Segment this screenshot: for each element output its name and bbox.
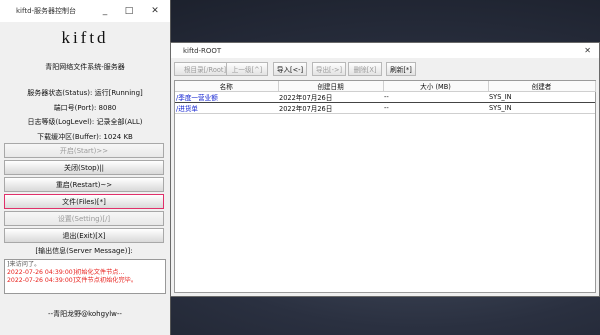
column-header-name[interactable]: 名称 — [175, 81, 279, 92]
port-line: 端口号(Port): 8080 — [53, 103, 117, 112]
control-window-titlebar[interactable]: kiftd-服务器控制台 _ □ ✕ — [0, 0, 170, 22]
stop-button[interactable]: 关闭(Stop)|| — [4, 160, 164, 175]
table-header: 名称 创建日期 大小 (MB) 创建者 — [175, 81, 596, 92]
window-title: kiftd-服务器控制台 — [16, 7, 77, 15]
setting-button[interactable]: 设置(Setting)[/] — [4, 211, 164, 226]
restart-button[interactable]: 重启(Restart)~> — [4, 177, 164, 192]
refresh-button[interactable]: 刷新[*] — [386, 62, 416, 76]
file-window-titlebar[interactable]: kiftd-ROOT ✕ — [171, 43, 599, 58]
file-toolbar: 根目录[/Root] 上一级[^] 导入[<-] 导出[->] 删除[X] 刷新… — [171, 62, 599, 80]
message-line: ]来访问了。 — [7, 261, 41, 268]
import-button[interactable]: 导入[<-] — [273, 62, 307, 76]
creator: SYS_IN — [488, 91, 595, 103]
minimize-icon[interactable]: _ — [96, 0, 114, 22]
column-header-size[interactable]: 大小 (MB) — [383, 81, 489, 92]
up-button[interactable]: 上一级[^] — [226, 62, 268, 76]
exit-button[interactable]: 退出(Exit)[X] — [4, 228, 164, 243]
files-button[interactable]: 文件(Files)[*] — [4, 194, 164, 209]
file-table[interactable]: 名称 创建日期 大小 (MB) 创建者 /季度一营业额 2022年07月26日 … — [174, 80, 596, 293]
status-line: 服务器状态(Status): 运行[Running] — [27, 89, 143, 97]
message-line: 2022-07-26 04:39:00]初始化文件节点... — [7, 269, 125, 276]
table-row[interactable]: /季度一营业额 2022年07月26日 -- SYS_IN — [175, 91, 595, 103]
close-icon[interactable]: ✕ — [584, 43, 591, 58]
app-logo: kiftd — [61, 28, 109, 47]
app-subtitle: 青阳网络文件系统-服务器 — [45, 63, 125, 71]
delete-button[interactable]: 删除[X] — [348, 62, 382, 76]
folder-name[interactable]: /进货单 — [175, 102, 278, 114]
message-line: 2022-07-26 04:39:00]文件节点初始化完毕。 — [7, 277, 138, 284]
column-header-date[interactable]: 创建日期 — [278, 81, 384, 92]
table-row[interactable]: /进货单 2022年07月26日 -- SYS_IN — [175, 102, 595, 114]
close-icon[interactable]: ✕ — [146, 0, 164, 22]
column-header-creator[interactable]: 创建者 — [488, 81, 596, 92]
file-size: -- — [383, 91, 488, 103]
control-window: kiftd-服务器控制台 _ □ ✕ kiftd 青阳网络文件系统-服务器 服务… — [0, 0, 171, 335]
created-date: 2022年07月26日 — [278, 91, 383, 103]
folder-name[interactable]: /季度一营业额 — [175, 91, 278, 103]
export-button[interactable]: 导出[->] — [312, 62, 346, 76]
maximize-icon[interactable]: □ — [120, 0, 138, 22]
file-window-title: kiftd-ROOT — [183, 46, 222, 55]
loglevel-line: 日志等级(LogLevel): 记录全部(ALL) — [27, 118, 143, 126]
output-label: [输出信息(Server Message)]: — [35, 247, 133, 255]
created-date: 2022年07月26日 — [278, 102, 383, 114]
creator: SYS_IN — [488, 102, 595, 114]
start-button[interactable]: 开启(Start)>> — [4, 143, 164, 158]
file-size: -- — [383, 102, 488, 114]
file-window: kiftd-ROOT ✕ 根目录[/Root] 上一级[^] 导入[<-] 导出… — [170, 42, 600, 297]
message-output[interactable]: ]来访问了。 2022-07-26 04:39:00]初始化文件节点... 20… — [4, 259, 166, 294]
footer-credit: --青阳龙野@kohgylw-- — [48, 310, 122, 318]
buffer-line: 下载缓冲区(Buffer): 1024 KB — [37, 132, 133, 141]
